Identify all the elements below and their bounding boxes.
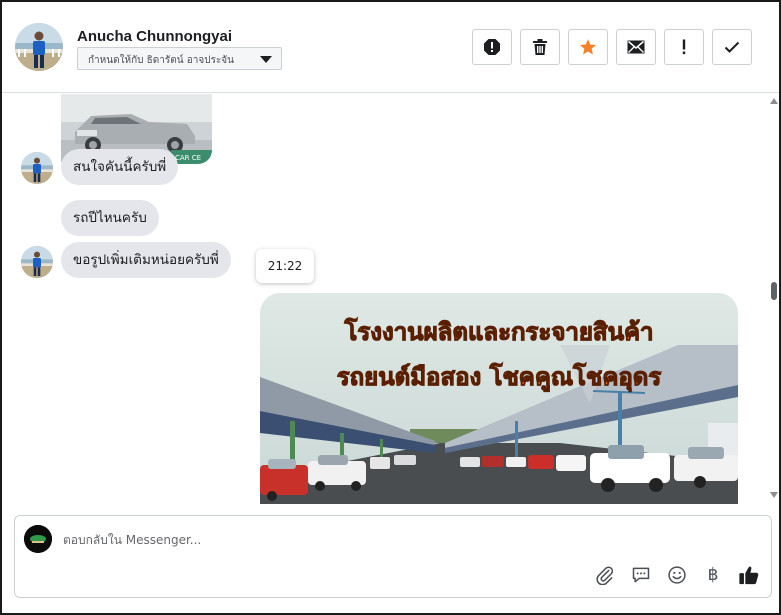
photo-headline-1: โรงงานผลิตและกระจายสินค้า (343, 317, 653, 346)
report-icon (484, 39, 500, 55)
assign-dropdown[interactable]: กำหนดให้กับ ธิดารัตน์ อาจประจัน (77, 47, 282, 70)
emoji-button[interactable] (665, 563, 689, 587)
exclamation-icon (682, 39, 686, 55)
message-thread[interactable]: CAR CE สนใจคันนี้ครับพี่ รถปีไหนครับ ขอร… (2, 94, 779, 504)
photo-headline-2: รถยนต์มือสอง โชคคูณโชคอุดร (337, 362, 662, 393)
saved-replies-button[interactable] (629, 563, 653, 587)
watermark-text: CAR CE (175, 154, 201, 162)
assign-dropdown-label: กำหนดให้กับ ธิดารัตน์ อาจประจัน (88, 55, 235, 66)
page-avatar (24, 525, 52, 553)
delete-button[interactable] (520, 29, 560, 65)
scroll-thumb[interactable] (771, 282, 777, 300)
contact-avatar[interactable] (15, 23, 63, 71)
attach-button[interactable] (593, 563, 617, 587)
message-bubble[interactable]: รถปีไหนครับ (61, 200, 159, 236)
caret-down-icon (260, 56, 272, 63)
mark-done-button[interactable] (712, 29, 752, 65)
conversation-header: Anucha Chunnongyai กำหนดให้กับ ธิดารัตน์… (2, 2, 779, 93)
report-button[interactable] (472, 29, 512, 65)
paperclip-icon (596, 566, 614, 585)
like-button[interactable] (737, 563, 761, 587)
saved-reply-icon (632, 567, 650, 583)
scroll-down-arrow-icon[interactable] (770, 492, 778, 498)
sender-avatar[interactable] (21, 152, 53, 184)
envelope-icon (627, 40, 645, 54)
sender-avatar[interactable] (21, 246, 53, 278)
thread-scrollbar[interactable] (769, 94, 779, 504)
emoji-icon (668, 566, 686, 584)
dealership-photo-message[interactable]: โรงงานผลิตและกระจายสินค้า รถยนต์มือสอง โ… (260, 293, 738, 504)
message-bubble[interactable]: สนใจคันนี้ครับพี่ (61, 149, 179, 185)
star-icon (579, 39, 597, 55)
timestamp-tooltip: 21:22 (256, 249, 314, 283)
trash-icon (533, 39, 547, 55)
star-button[interactable] (568, 29, 608, 65)
check-icon (724, 41, 740, 53)
message-bubble[interactable]: ขอรูปเพิ่มเติมหน่อยครับพี่ (61, 242, 231, 278)
reply-input[interactable] (63, 530, 563, 550)
baht-icon: ฿ (707, 565, 719, 585)
thumbs-up-icon (739, 566, 759, 585)
mark-unread-button[interactable] (616, 29, 656, 65)
reply-composer: ฿ (14, 515, 772, 598)
payment-button[interactable]: ฿ (701, 563, 725, 587)
scroll-up-arrow-icon[interactable] (770, 98, 778, 104)
follow-up-button[interactable] (664, 29, 704, 65)
contact-name: Anucha Chunnongyai (77, 28, 232, 45)
